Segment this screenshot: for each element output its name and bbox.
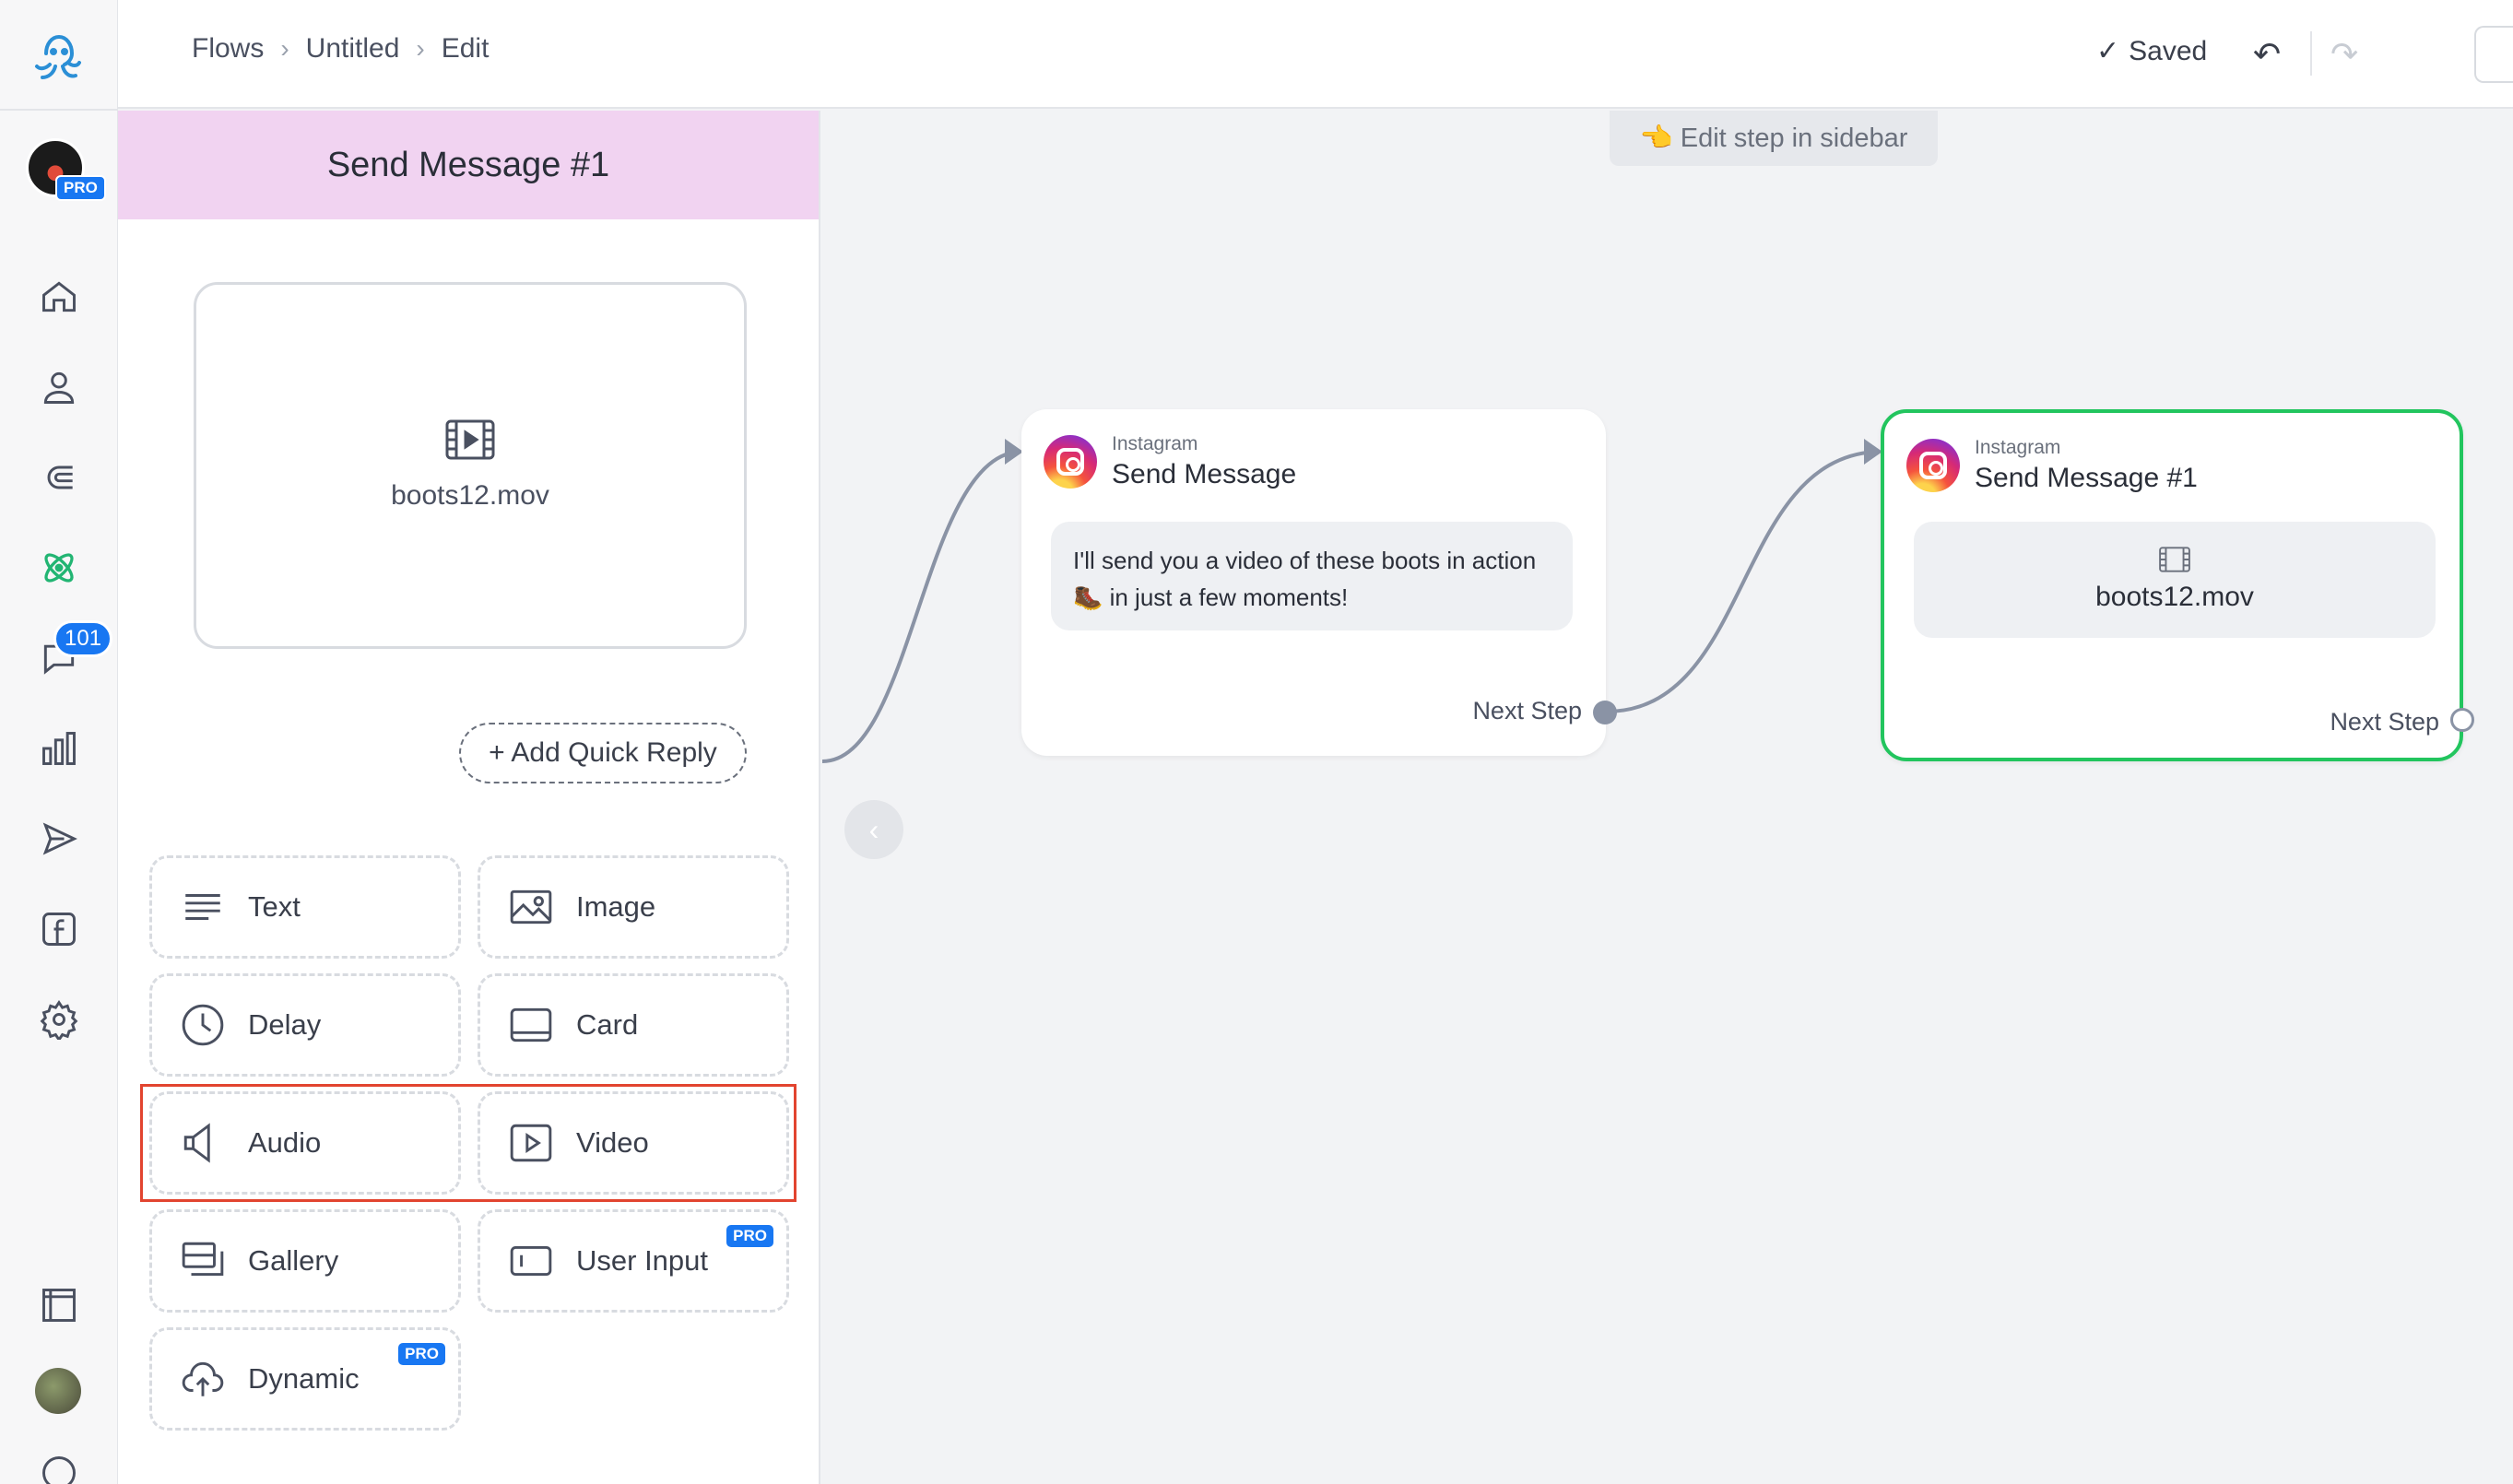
block-label: Delay	[248, 1008, 322, 1041]
block-label: Gallery	[248, 1244, 339, 1277]
media-filename: boots12.mov	[391, 480, 549, 511]
bar-chart-icon	[42, 732, 76, 765]
nav-help[interactable]	[31, 1445, 87, 1484]
redo-button[interactable]: ↷	[2330, 35, 2358, 74]
magnet-icon	[47, 465, 73, 489]
left-nav-rail: PRO 101	[0, 0, 118, 1484]
flow-node-send-message-1[interactable]: Instagram Send Message #1 boots12.mov Ne…	[1881, 409, 2463, 761]
instagram-icon	[1044, 435, 1097, 489]
input-icon	[510, 1245, 552, 1277]
video-bubble: boots12.mov	[1914, 522, 2436, 638]
breadcrumb: Flows › Untitled › Edit	[192, 33, 489, 65]
gallery-icon	[182, 1242, 224, 1277]
text-lines-icon	[185, 894, 220, 920]
block-label: Dynamic	[248, 1362, 360, 1395]
saved-label: Saved	[2129, 35, 2208, 66]
message-bubble: I'll send you a video of these boots in …	[1051, 522, 1573, 630]
chevron-right-icon: ›	[416, 34, 425, 63]
ruler-frame-icon	[42, 1289, 76, 1322]
instagram-icon	[1906, 439, 1960, 492]
next-step-label: Next Step	[2330, 708, 2439, 736]
breadcrumb-flow-name[interactable]: Untitled	[306, 33, 400, 65]
panel-title[interactable]: Send Message #1	[118, 111, 819, 219]
clock-icon	[182, 1004, 224, 1046]
breadcrumb-edit: Edit	[441, 33, 490, 64]
publish-button[interactable]	[2474, 26, 2513, 83]
add-image-block[interactable]: Image	[478, 855, 789, 959]
node-platform: Instagram	[1975, 437, 2061, 458]
atom-icon	[44, 553, 74, 583]
nav-broadcasts[interactable]	[31, 811, 87, 866]
top-bar: Flows › Untitled › Edit ✓ Saved ↶ ↷	[118, 0, 2513, 109]
pro-badge: PRO	[55, 175, 106, 201]
block-label: Card	[576, 1008, 639, 1041]
node-platform: Instagram	[1112, 433, 1198, 454]
help-icon	[42, 1456, 76, 1484]
video-attachment[interactable]: boots12.mov	[194, 282, 747, 649]
add-gallery-block[interactable]: Gallery	[149, 1209, 461, 1313]
connection-start	[821, 450, 1019, 763]
nav-analytics[interactable]	[31, 721, 87, 776]
home-icon	[42, 281, 76, 312]
card-icon	[510, 1007, 552, 1042]
add-dynamic-block[interactable]: Dynamic PRO	[149, 1327, 461, 1431]
edit-step-hint: 👈 Edit step in sidebar	[1610, 111, 1938, 166]
user-avatar[interactable]	[35, 1368, 81, 1414]
octopus-logo-icon[interactable]	[28, 28, 87, 87]
send-icon	[42, 822, 77, 855]
add-card-block[interactable]: Card	[478, 973, 789, 1077]
nav-facebook[interactable]	[31, 901, 87, 957]
block-label: Text	[248, 890, 301, 923]
undo-button[interactable]: ↶	[2253, 35, 2281, 74]
block-label: User Input	[576, 1244, 709, 1277]
media-filename: boots12.mov	[2095, 582, 2254, 612]
facebook-icon	[42, 913, 76, 946]
arrow-icon	[1005, 439, 1023, 465]
nav-home[interactable]	[31, 269, 87, 324]
image-icon	[510, 889, 552, 925]
pro-badge: PRO	[726, 1225, 773, 1247]
nav-growth-tools[interactable]	[31, 450, 87, 505]
node-title: Send Message	[1112, 459, 1297, 489]
next-step-label: Next Step	[1472, 697, 1582, 724]
chevron-left-icon: ‹	[868, 812, 879, 846]
film-icon	[2159, 547, 2190, 572]
audio-video-highlight	[140, 1084, 796, 1202]
gear-icon	[40, 1000, 78, 1040]
block-label: Image	[576, 890, 656, 923]
pro-badge: PRO	[398, 1343, 445, 1365]
breadcrumb-flows[interactable]: Flows	[192, 33, 264, 65]
collapse-sidebar-button[interactable]: ‹	[844, 800, 903, 859]
rail-divider	[0, 109, 118, 111]
cloud-upload-icon	[182, 1361, 224, 1396]
next-step-handle[interactable]	[2450, 708, 2474, 732]
flow-node-send-message[interactable]: Instagram Send Message I'll send you a v…	[1021, 409, 1606, 756]
next-step-handle[interactable]	[1593, 701, 1617, 724]
nav-settings[interactable]	[31, 992, 87, 1047]
inbox-count-badge: 101	[53, 620, 113, 657]
node-title: Send Message #1	[1975, 463, 2198, 493]
chevron-right-icon: ›	[280, 34, 289, 63]
toolbar-divider	[2310, 31, 2312, 76]
arrow-icon	[1864, 439, 1882, 465]
user-icon	[43, 371, 75, 404]
step-editor-panel: Send Message #1 boots12.mov + Add Quick …	[118, 111, 820, 1484]
saved-status: ✓ Saved	[2096, 35, 2207, 67]
add-delay-block[interactable]: Delay	[149, 973, 461, 1077]
add-user-input-block[interactable]: User Input PRO	[478, 1209, 789, 1313]
add-quick-reply-button[interactable]: + Add Quick Reply	[459, 723, 747, 783]
nav-contacts[interactable]	[31, 359, 87, 415]
check-icon: ✓	[2096, 36, 2120, 66]
nav-automation[interactable]	[31, 540, 87, 595]
connection-node1-node2	[1605, 450, 1876, 713]
nav-templates[interactable]	[31, 1278, 87, 1333]
add-text-block[interactable]: Text	[149, 855, 461, 959]
film-icon	[445, 419, 495, 460]
